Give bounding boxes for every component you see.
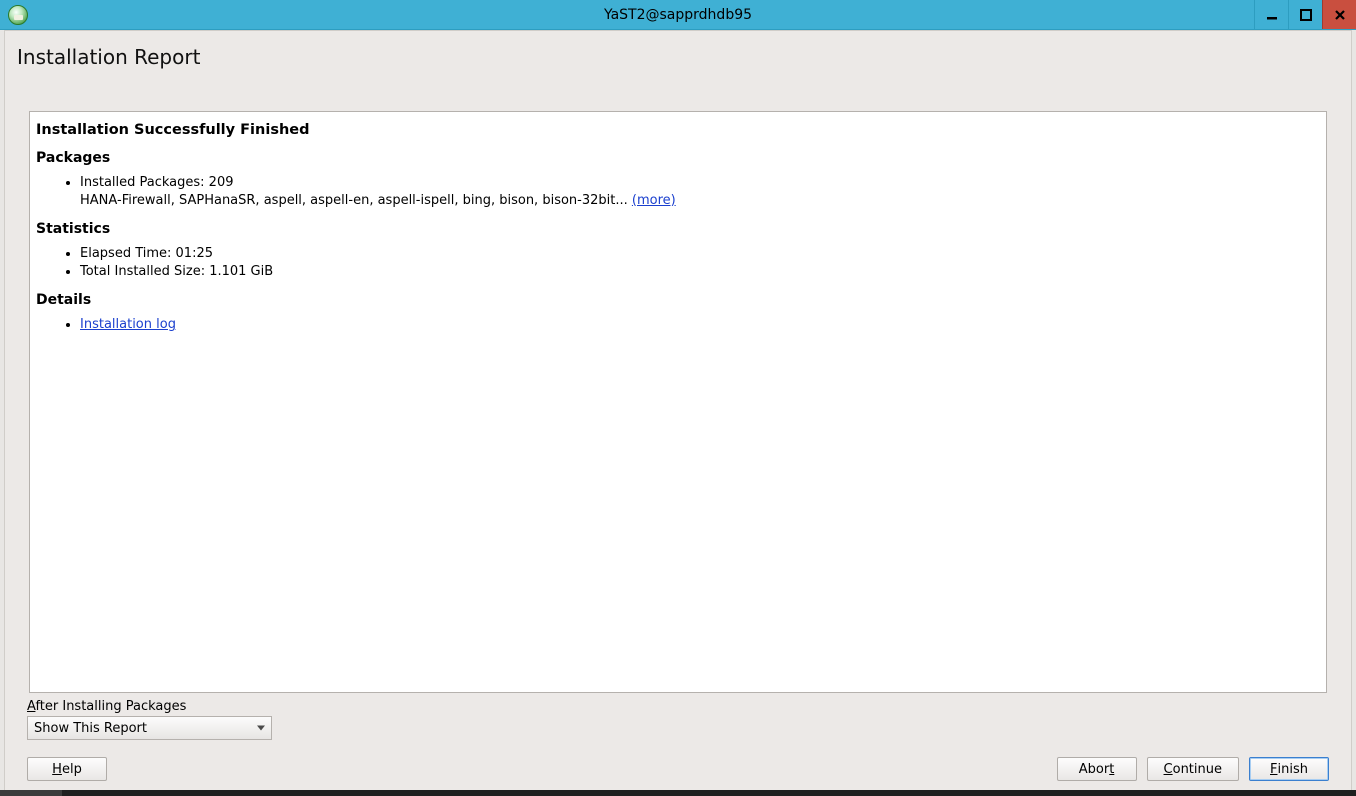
installation-log-link[interactable]: Installation log — [80, 317, 176, 332]
after-installing-label: After Installing Packages — [27, 699, 1329, 714]
abort-pre: Abor — [1079, 762, 1109, 777]
continue-accel: C — [1164, 762, 1173, 777]
status-heading: Installation Successfully Finished — [36, 122, 1320, 138]
bottom-area: After Installing Packages Show This Repo… — [27, 699, 1329, 781]
chevron-down-icon — [257, 726, 265, 731]
finish-rest: inish — [1278, 762, 1308, 777]
abort-accel: t — [1109, 762, 1114, 777]
taskbar-strip — [0, 790, 1356, 796]
elapsed-time-item: Elapsed Time: 01:25 — [80, 245, 1320, 263]
after-installing-select[interactable]: Show This Report — [27, 716, 272, 740]
details-heading: Details — [36, 292, 1320, 308]
yast-icon — [8, 5, 28, 25]
help-accel: H — [52, 762, 62, 777]
maximize-icon — [1300, 9, 1312, 21]
installed-packages-text: HANA-Firewall, SAPHanaSR, aspell, aspell… — [80, 193, 632, 208]
window-titlebar: YaST2@sapprdhdb95 — [0, 0, 1356, 30]
minimize-icon — [1266, 9, 1278, 21]
report-panel: Installation Successfully Finished Packa… — [29, 111, 1327, 693]
after-installing-selected: Show This Report — [34, 721, 147, 736]
more-link[interactable]: (more) — [632, 193, 676, 208]
finish-button[interactable]: Finish — [1249, 757, 1329, 781]
window-title: YaST2@sapprdhdb95 — [0, 7, 1356, 23]
after-label-rest: fter Installing Packages — [35, 699, 186, 714]
help-rest: elp — [62, 762, 82, 777]
help-button[interactable]: Help — [27, 757, 107, 781]
installed-packages-item: Installed Packages: 209 HANA-Firewall, S… — [80, 174, 1320, 209]
total-size-item: Total Installed Size: 1.101 GiB — [80, 263, 1320, 281]
continue-button[interactable]: Continue — [1147, 757, 1239, 781]
maximize-button[interactable] — [1288, 0, 1322, 29]
button-row: Help Abort Continue Finish — [27, 757, 1329, 781]
statistics-heading: Statistics — [36, 221, 1320, 237]
minimize-button[interactable] — [1254, 0, 1288, 29]
finish-accel: F — [1270, 762, 1277, 777]
packages-heading: Packages — [36, 150, 1320, 166]
installation-log-item: Installation log — [80, 316, 1320, 334]
close-icon — [1334, 9, 1346, 21]
close-button[interactable] — [1322, 0, 1356, 29]
client-area: Installation Report Installation Success… — [4, 30, 1352, 792]
continue-rest: ontinue — [1173, 762, 1222, 777]
abort-button[interactable]: Abort — [1057, 757, 1137, 781]
installed-packages-count: Installed Packages: 209 — [80, 175, 234, 190]
window-controls — [1254, 0, 1356, 29]
installed-packages-list: HANA-Firewall, SAPHanaSR, aspell, aspell… — [80, 192, 1320, 210]
page-title: Installation Report — [5, 31, 1351, 79]
